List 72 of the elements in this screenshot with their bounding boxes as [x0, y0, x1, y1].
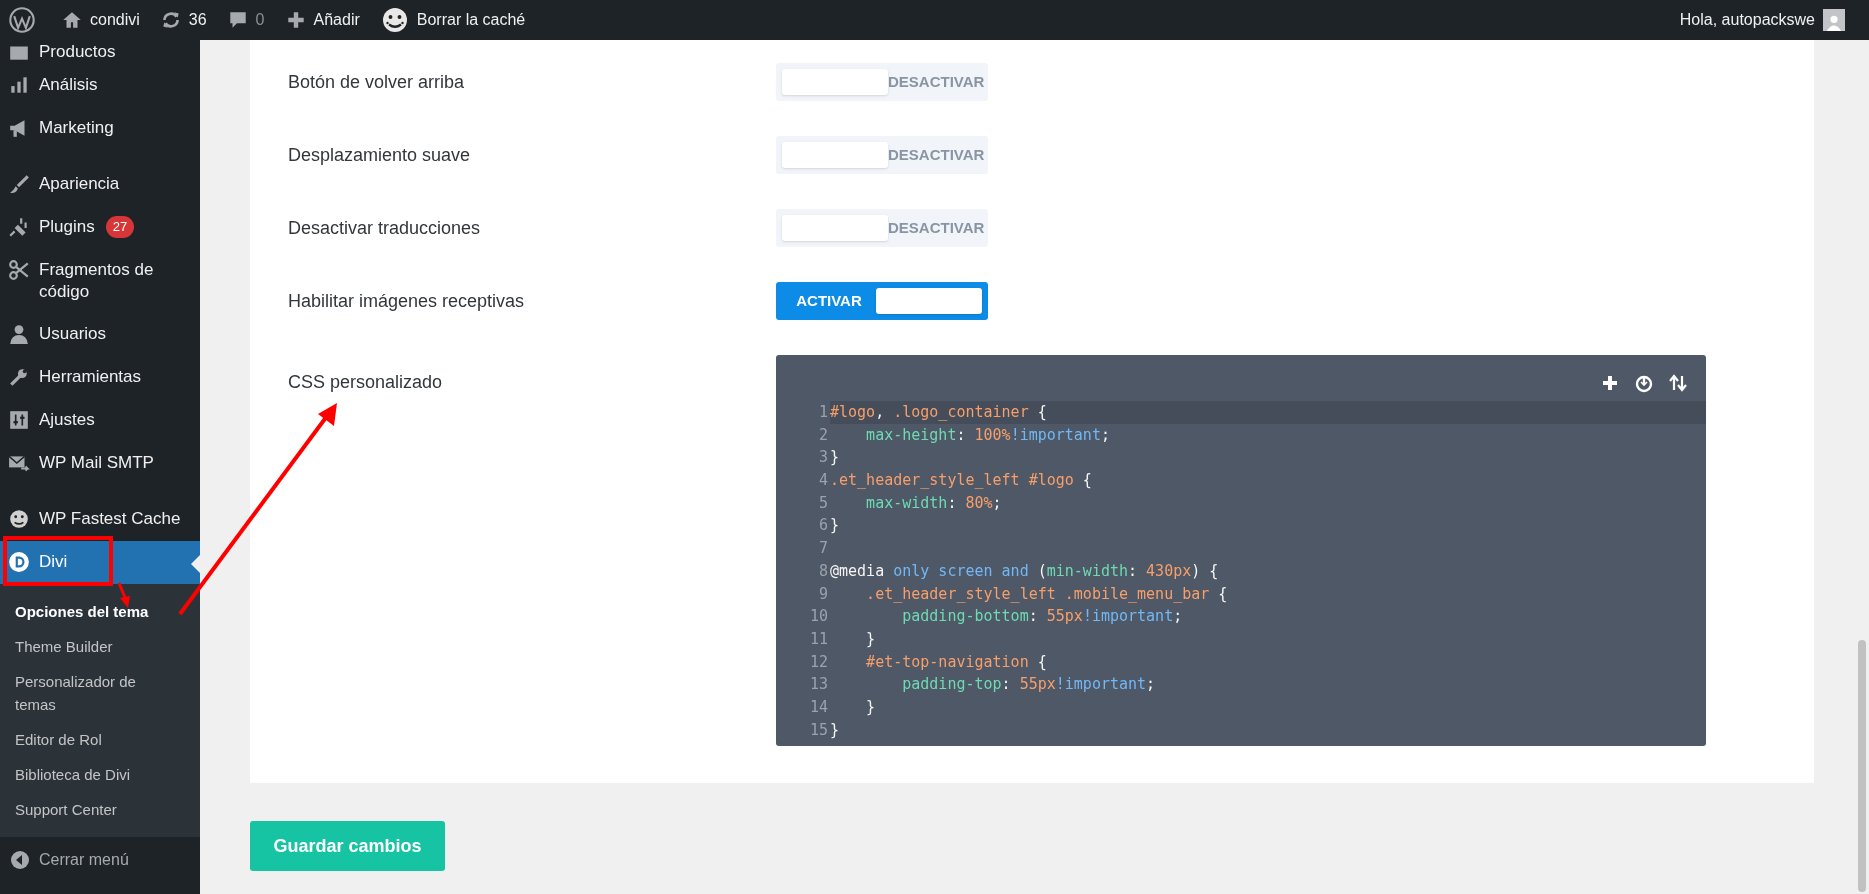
collapse-menu-button[interactable]: Cerrar menú — [0, 837, 200, 883]
sidebar-item[interactable]: Productos — [0, 40, 200, 64]
sidebar-item[interactable]: Plugins 27 — [0, 206, 200, 249]
toolbar-link[interactable]: Borrar la caché — [369, 0, 536, 40]
code-line: .et_header_style_left #logo { — [830, 470, 1093, 492]
toolbar-link[interactable]: 0 — [216, 0, 275, 40]
line-number: 2 — [817, 424, 829, 446]
account-menu[interactable]: Hola, autopackswe — [1679, 0, 1845, 40]
line-number: 4 — [817, 470, 829, 492]
line-number: 15 — [808, 719, 829, 741]
sidebar-item[interactable]: Usuarios — [0, 313, 200, 356]
code-line: } — [865, 696, 877, 718]
sidebar-item[interactable]: Análisis — [0, 64, 200, 107]
wordpress-logo-icon — [9, 7, 35, 33]
sidebar-item[interactable]: Apariencia — [0, 163, 200, 206]
sidebar-item[interactable]: Ajustes — [0, 399, 200, 442]
line-number: 11 — [808, 628, 829, 650]
line-number: 5 — [817, 492, 829, 514]
code-line: .et_header_style_left .mobile_menu_bar { — [865, 583, 1229, 605]
toolbar-link[interactable]: condivi — [51, 0, 150, 40]
sliders-icon — [8, 409, 30, 431]
wrench-icon — [8, 366, 30, 388]
submenu-item[interactable]: Support Center — [0, 792, 190, 827]
line-number: 6 — [817, 515, 829, 537]
code-line: } — [830, 719, 841, 741]
sidebar-item[interactable]: Herramientas — [0, 356, 200, 399]
sidebar-item[interactable]: Divi — [0, 541, 200, 584]
line-number: 9 — [817, 583, 829, 605]
person-icon — [8, 323, 30, 345]
sidebar-item[interactable]: Marketing — [0, 107, 200, 150]
sidebar-item[interactable]: WP Mail SMTP — [0, 442, 200, 485]
sidebar-item[interactable]: WP Fastest Cache — [0, 498, 200, 541]
bar-chart-icon — [8, 74, 30, 96]
toolbar-link[interactable]: 36 — [149, 0, 217, 40]
code-line: padding-bottom: 55px!important; — [901, 606, 1184, 628]
line-number: 1 — [817, 402, 829, 423]
sort-arrows-icon[interactable] — [1668, 372, 1688, 393]
code-line: max-height: 100%!important; — [865, 424, 1111, 446]
submenu-item[interactable]: Theme Builder — [0, 629, 190, 664]
arrow — [117, 582, 130, 608]
line-number: 14 — [808, 696, 829, 718]
code-line: } — [830, 447, 841, 469]
avatar — [1823, 9, 1845, 31]
code-line: #et-top-navigation { — [865, 651, 1048, 673]
letter-d-circle-icon — [8, 551, 30, 573]
toolbar-link[interactable]: Añadir — [274, 0, 370, 40]
setting-label: Habilitar imágenes receptivas — [288, 289, 526, 313]
submenu-item[interactable]: Opciones del tema — [0, 594, 190, 629]
code-line: padding-top: 55px!important; — [901, 674, 1157, 696]
setting-label: CSS personalizado — [288, 371, 444, 394]
line-number: 12 — [808, 651, 829, 673]
line-number: 10 — [808, 606, 829, 628]
line-number: 7 — [817, 538, 829, 560]
setting-label: Desactivar traducciones — [288, 216, 482, 240]
setting-label: Botón de volver arriba — [288, 70, 466, 94]
line-number: 13 — [808, 674, 829, 696]
setting-label: Desplazamiento suave — [288, 143, 472, 167]
code-line: } — [830, 515, 841, 537]
count-badge: 27 — [105, 216, 135, 238]
submenu-item[interactable]: Editor de Rol — [0, 722, 190, 757]
code-line: @media only screen and (min-width: 430px) { — [830, 560, 1220, 582]
submenu-item[interactable]: Personalizador de temas — [0, 664, 190, 722]
submenu-item[interactable]: Biblioteca de Divi — [0, 757, 190, 792]
scissors-icon — [8, 259, 30, 281]
code-line: max-width: 80%; — [865, 492, 1003, 514]
paintbrush-icon — [8, 173, 30, 195]
line-number: 3 — [817, 447, 829, 469]
sidebar-item[interactable]: Fragmentos de código — [0, 249, 200, 313]
plug-icon — [8, 216, 30, 238]
code-line: } — [865, 628, 877, 650]
toggle-switch[interactable]: ACTIVAR — [776, 282, 988, 320]
line-number: 8 — [817, 560, 829, 582]
